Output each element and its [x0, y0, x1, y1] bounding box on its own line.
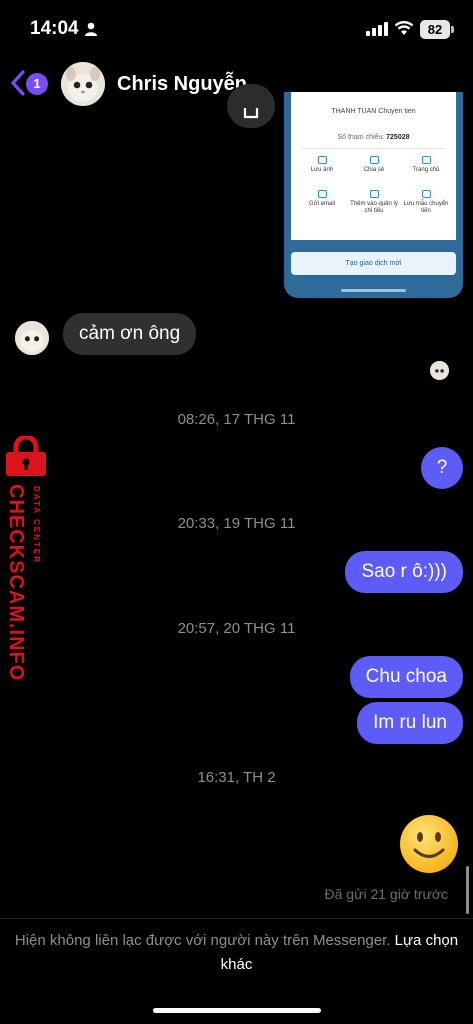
watermark-text: CHECKSCAM.INFO	[5, 484, 27, 682]
scrollbar[interactable]	[466, 866, 469, 914]
read-receipt-avatar	[430, 361, 449, 380]
person-icon	[85, 22, 97, 36]
timestamp: 20:57, 20 THG 11	[177, 620, 296, 637]
message-outgoing[interactable]: Sao r ô:)))	[345, 551, 463, 593]
lock-icon	[6, 436, 46, 476]
status-bar: 14:04 82	[0, 0, 473, 50]
unread-badge[interactable]: 1	[26, 73, 48, 95]
receipt-action: Chia sẻ	[348, 156, 400, 174]
footer-divider	[0, 918, 473, 919]
reference-number: 725028	[386, 134, 410, 141]
back-chevron-icon[interactable]	[8, 69, 28, 97]
reference-label: Số tham chiếu:	[337, 134, 385, 141]
receipt-divider	[301, 148, 446, 149]
sent-status: Đã gửi 21 giờ trước	[324, 886, 448, 902]
timestamp: 16:31, TH 2	[197, 769, 276, 786]
message-outgoing[interactable]: Chu choa	[349, 656, 463, 698]
message-outgoing[interactable]: Im ru lun	[357, 702, 463, 744]
timestamp: 08:26, 17 THG 11	[177, 411, 296, 428]
receipt-action-label: Lưu mẫu chuyển tiền	[403, 201, 449, 214]
message-outgoing[interactable]: ?	[421, 447, 463, 489]
image-icon	[317, 156, 327, 164]
email-icon	[317, 190, 327, 198]
shared-image[interactable]: THANH TUAN Chuyen tien Số tham chiếu: 72…	[284, 92, 463, 298]
sender-avatar[interactable]	[15, 321, 49, 355]
download-icon	[243, 108, 259, 119]
download-button[interactable]	[227, 84, 275, 128]
smile-emoji-icon[interactable]	[399, 814, 459, 874]
battery-level: 82	[427, 22, 443, 37]
receipt-action-label: Lưu ảnh	[310, 167, 334, 173]
receipt-action: Lưu ảnh	[296, 156, 348, 174]
receipt-reference: Số tham chiếu: 725028	[291, 134, 456, 141]
contact-avatar[interactable]	[61, 62, 105, 106]
share-icon	[369, 156, 379, 164]
battery-icon: 82	[420, 20, 454, 39]
receipt-action-label: Thêm vào quản lý chi tiêu	[350, 201, 398, 214]
receipt-action-label: Chia sẻ	[363, 167, 385, 173]
receipt-card: THANH TUAN Chuyen tien Số tham chiếu: 72…	[291, 92, 456, 240]
message-incoming[interactable]: cảm ơn ông	[63, 313, 197, 355]
receipt-action: Gửi email	[296, 190, 348, 208]
clipboard-icon	[369, 190, 379, 198]
status-time: 14:04	[30, 18, 79, 39]
wifi-icon	[394, 21, 414, 35]
receipt-home-bar	[341, 289, 406, 292]
home-icon	[421, 156, 431, 164]
watermark-subtext: DATA CENTER	[32, 486, 41, 564]
receipt-action: Lưu mẫu chuyển tiền	[400, 190, 452, 215]
receipt-action: Thêm vào quản lý chi tiêu	[348, 190, 400, 215]
receipt-action-label: Gửi email	[308, 201, 336, 207]
watermark: CHECKSCAM.INFO DATA CENTER	[0, 436, 52, 681]
unavailable-notice: Hiện không liên lạc được với người này t…	[0, 929, 473, 977]
receipt-new-transaction-button: Tạo giao dịch mới	[291, 252, 456, 275]
receipt-action-label: Trang chủ	[412, 167, 440, 173]
timestamp: 20:33, 19 THG 11	[177, 515, 296, 532]
signal-icon	[366, 22, 388, 36]
unavailable-text: Hiện không liên lạc được với người này t…	[14, 932, 391, 949]
receipt-action: Trang chủ	[400, 156, 452, 174]
receipt-recipient: THANH TUAN Chuyen tien	[331, 108, 416, 115]
save-template-icon	[421, 190, 431, 198]
home-indicator[interactable]	[153, 1008, 321, 1013]
